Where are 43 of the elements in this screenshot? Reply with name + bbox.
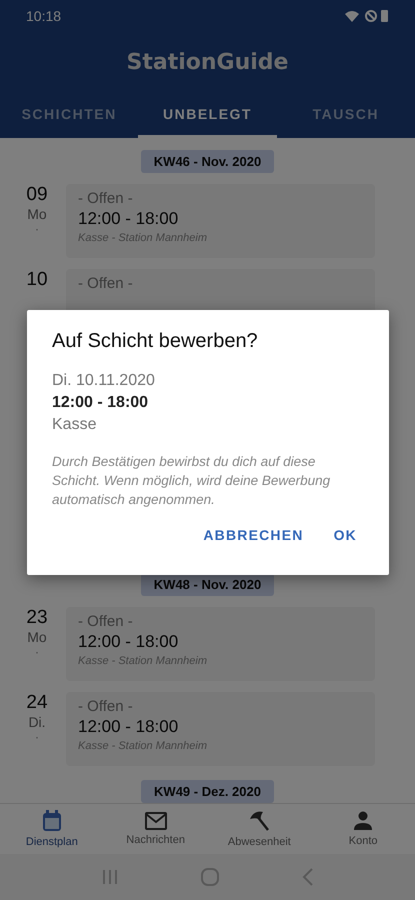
tab[interactable]: SCHICHTEN [0,92,138,138]
shift-time: 12:00 - 18:00 [78,717,178,737]
week-label: KW46 - Nov. 2020 [140,150,274,173]
mail-icon [144,812,167,830]
umbrella-icon [248,810,270,832]
dialog-role: Kasse [52,416,96,434]
nav-item[interactable]: Konto [311,804,415,854]
shift-status: - Offen - [78,613,133,630]
recents-icon[interactable] [102,868,118,885]
calendar-icon [42,810,62,832]
nav-item[interactable]: Abwesenheit [208,804,312,854]
tab[interactable]: UNBELEGT [138,92,277,138]
back-icon[interactable] [302,868,314,886]
day-number: 09 [26,184,48,206]
shift-time: 12:00 - 18:00 [78,209,178,229]
dialog-time: 12:00 - 18:00 [52,394,148,412]
home-icon[interactable] [200,868,218,886]
weekday: Mo [27,629,47,645]
nav-item[interactable]: Nachrichten [104,804,208,854]
day-mark: · [35,645,39,659]
day-number: 10 [26,269,48,291]
day-mark: · [35,730,39,744]
nav-item[interactable]: Dienstplan [0,804,104,854]
weekday: Di. [28,714,46,730]
weekday: Mo [27,206,47,222]
dialog-date: Di. 10.11.2020 [52,372,155,390]
dialog-message: Durch Bestätigen bewirbst du dich auf diese Schicht. Wenn möglich, wird deine Bewerbung automatisch angenommen. [52,453,332,509]
shift-status: - Offen - [78,698,133,715]
tab[interactable]: TAUSCH [276,92,415,138]
status-icons [344,9,390,23]
person-icon [353,810,374,831]
day-number: 24 [26,692,48,714]
shift-time: 12:00 - 18:00 [78,632,178,652]
day-mark: · [35,222,39,236]
app-logo: StationGuide [126,48,288,76]
shift-status: - Offen - [78,275,133,292]
dialog-button[interactable]: OK [334,527,357,543]
week-label: KW48 - Nov. 2020 [140,573,274,596]
dialog-button[interactable]: ABBRECHEN [203,527,304,543]
shift-status: - Offen - [78,190,133,207]
day-number: 23 [26,607,48,629]
week-label: KW49 - Dez. 2020 [141,780,274,803]
status-time: 10:18 [26,8,62,24]
